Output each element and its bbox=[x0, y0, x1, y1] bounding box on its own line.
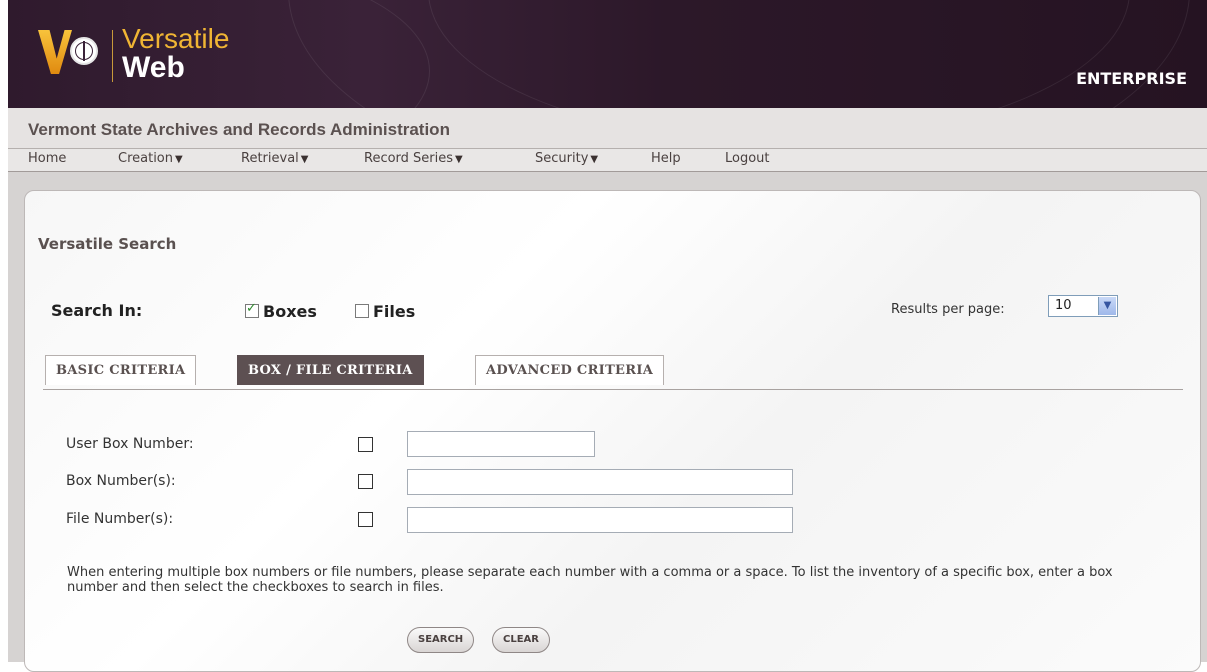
menu-help-label: Help bbox=[651, 151, 681, 166]
menu-creation-label: Creation bbox=[118, 151, 174, 166]
header-banner: Versatile Web ENTERPRISE bbox=[8, 0, 1207, 108]
user-box-number-label: User Box Number: bbox=[66, 436, 194, 452]
organization-bar: Vermont State Archives and Records Admin… bbox=[8, 108, 1207, 149]
user-box-number-input[interactable] bbox=[407, 431, 595, 457]
results-per-page-select[interactable]: 10 ▼ bbox=[1048, 295, 1118, 317]
menu-security[interactable]: Security ▼ bbox=[535, 149, 598, 171]
boxes-checkbox[interactable] bbox=[245, 301, 259, 318]
search-in-label: Search In: bbox=[51, 301, 143, 320]
menu-logout[interactable]: Logout bbox=[725, 149, 770, 171]
search-in-boxes[interactable]: Boxes bbox=[245, 301, 317, 321]
help-text: When entering multiple box numbers or fi… bbox=[67, 565, 1113, 595]
caret-down-icon: ▼ bbox=[175, 154, 183, 165]
menu-logout-label: Logout bbox=[725, 151, 770, 166]
search-button[interactable]: SEARCH bbox=[407, 627, 475, 653]
files-checkbox[interactable] bbox=[355, 304, 369, 318]
menu-home-label: Home bbox=[28, 151, 67, 166]
brand-name-web: Web bbox=[122, 51, 185, 84]
results-per-page-label: Results per page: bbox=[891, 302, 1005, 317]
page-title: Versatile Search bbox=[38, 235, 177, 253]
file-numbers-label: File Number(s): bbox=[66, 511, 174, 527]
search-panel: Versatile Search Search In: Boxes Files … bbox=[24, 190, 1201, 672]
logo-divider bbox=[112, 30, 113, 82]
boxes-label: Boxes bbox=[263, 301, 317, 321]
organization-name: Vermont State Archives and Records Admin… bbox=[28, 120, 450, 139]
file-numbers-input[interactable] bbox=[407, 507, 793, 533]
banner-decoration bbox=[428, 0, 1130, 108]
menu-home[interactable]: Home bbox=[28, 149, 66, 171]
chevron-down-icon[interactable]: ▼ bbox=[1098, 297, 1116, 315]
main-menu: Home Creation ▼ Retrieval ▼ Record Series ▼… bbox=[8, 148, 1207, 172]
results-per-page-value: 10 bbox=[1055, 298, 1072, 313]
menu-creation[interactable]: Creation ▼ bbox=[118, 149, 183, 171]
logo-globe-icon bbox=[70, 37, 98, 65]
menu-retrieval[interactable]: Retrieval ▼ bbox=[241, 149, 308, 171]
clear-button[interactable]: CLEAR bbox=[492, 627, 550, 653]
menu-security-label: Security bbox=[535, 151, 589, 166]
files-label: Files bbox=[373, 301, 416, 321]
caret-down-icon: ▼ bbox=[300, 154, 309, 165]
tab-advanced-criteria-label: ADVANCED CRITERIA bbox=[486, 363, 654, 378]
menu-help[interactable]: Help bbox=[651, 149, 681, 171]
menu-record-series-label: Record Series bbox=[364, 151, 454, 166]
menu-record-series[interactable]: Record Series ▼ bbox=[364, 149, 463, 171]
search-in-files[interactable]: Files bbox=[355, 301, 415, 321]
box-numbers-input[interactable] bbox=[407, 469, 793, 495]
app-frame: Versatile Web ENTERPRISE Vermont State A… bbox=[8, 0, 1207, 672]
caret-down-icon: ▼ bbox=[590, 154, 599, 165]
tab-box-file-criteria[interactable]: BOX / FILE CRITERIA bbox=[237, 355, 424, 385]
brand-name-versatile: Versatile bbox=[122, 23, 230, 54]
file-numbers-checkbox[interactable] bbox=[358, 512, 373, 527]
tab-basic-criteria-label: BASIC CRITERIA bbox=[56, 363, 186, 378]
tab-box-file-criteria-label: BOX / FILE CRITERIA bbox=[248, 363, 413, 378]
user-box-number-checkbox[interactable] bbox=[358, 437, 373, 452]
caret-down-icon: ▼ bbox=[455, 154, 463, 165]
tab-divider bbox=[43, 389, 1183, 390]
tab-advanced-criteria[interactable]: ADVANCED CRITERIA bbox=[475, 355, 665, 385]
menu-retrieval-label: Retrieval bbox=[241, 151, 299, 166]
box-numbers-checkbox[interactable] bbox=[358, 474, 373, 489]
tab-basic-criteria[interactable]: BASIC CRITERIA bbox=[45, 355, 197, 385]
box-numbers-label: Box Number(s): bbox=[66, 473, 176, 489]
edition-label: ENTERPRISE bbox=[1076, 69, 1187, 88]
